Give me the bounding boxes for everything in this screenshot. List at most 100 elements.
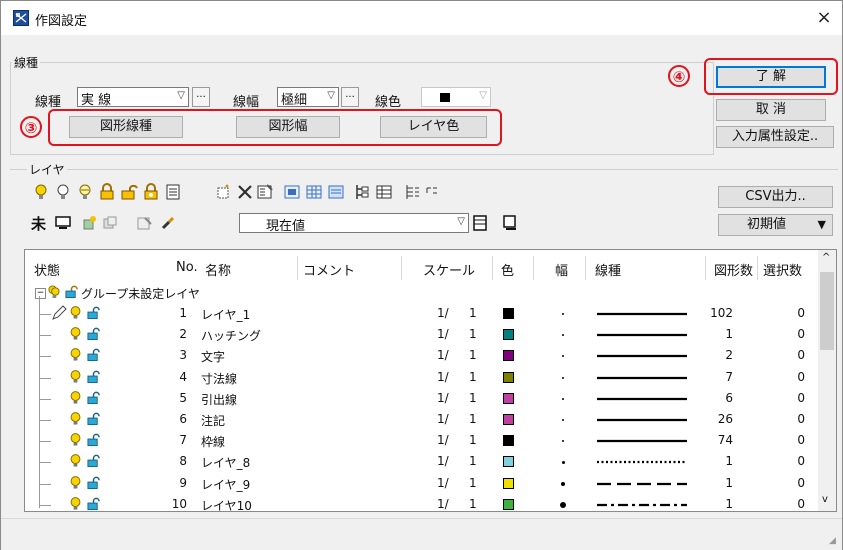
collapse-toggle-icon[interactable]: − bbox=[35, 288, 46, 299]
col-no[interactable]: No. bbox=[176, 260, 198, 275]
shape-linetype-button[interactable]: 図形線種 bbox=[69, 116, 183, 138]
vertical-scrollbar[interactable]: ^ v bbox=[818, 250, 836, 511]
unlock-icon[interactable] bbox=[87, 476, 100, 490]
bulb-icon[interactable] bbox=[69, 348, 82, 361]
unlock-icon[interactable] bbox=[120, 183, 138, 201]
lock-group-icon[interactable] bbox=[65, 285, 78, 299]
layer-table-icon[interactable] bbox=[471, 214, 489, 232]
col-name[interactable]: 名称 bbox=[205, 260, 231, 279]
unlock-icon[interactable] bbox=[87, 327, 100, 341]
scroll-up-icon[interactable]: ^ bbox=[822, 252, 830, 263]
bulb-group-icon[interactable] bbox=[47, 285, 60, 298]
bulb-icon[interactable] bbox=[69, 306, 82, 319]
cancel-button[interactable]: 取 消 bbox=[716, 99, 826, 121]
col-width[interactable]: 幅 bbox=[555, 260, 568, 279]
layer-color-swatch[interactable] bbox=[503, 498, 514, 510]
ok-button[interactable]: 了 解 bbox=[716, 66, 826, 88]
light-toggle-icon[interactable] bbox=[76, 183, 94, 201]
layer-row[interactable]: 9 レイヤ_9 1/1 1 0 bbox=[25, 475, 815, 494]
layer-color-swatch[interactable] bbox=[503, 435, 514, 447]
col-status[interactable]: 状態 bbox=[34, 260, 60, 279]
new-layer-icon[interactable] bbox=[214, 183, 232, 201]
layer-row[interactable]: 7 枠線 1/1 74 0 bbox=[25, 432, 815, 451]
layer-row[interactable]: 6 注記 1/1 26 0 bbox=[25, 411, 815, 430]
unlock-icon[interactable] bbox=[87, 348, 100, 362]
layer-edit-icon[interactable] bbox=[136, 214, 154, 232]
unlock-icon[interactable] bbox=[87, 391, 100, 405]
col-shapes[interactable]: 図形数 bbox=[714, 260, 753, 279]
csv-export-button[interactable]: CSV出力.. bbox=[718, 186, 833, 208]
unlock-icon[interactable] bbox=[87, 412, 100, 426]
layer-color-swatch[interactable] bbox=[503, 329, 514, 341]
layer-color-swatch[interactable] bbox=[503, 350, 514, 362]
brush-icon[interactable] bbox=[159, 214, 177, 232]
bulb-icon[interactable] bbox=[69, 412, 82, 425]
initial-value-button[interactable]: 初期値 ▼ bbox=[718, 214, 833, 236]
unlock-icon[interactable] bbox=[87, 370, 100, 384]
unlock-icon[interactable] bbox=[87, 454, 100, 468]
layer-color-swatch[interactable] bbox=[503, 456, 514, 468]
bulb-icon[interactable] bbox=[69, 475, 82, 489]
lock-toggle-icon[interactable] bbox=[142, 183, 160, 201]
layer-move-icon[interactable] bbox=[81, 214, 99, 232]
layer-row[interactable]: 1 レイヤ_1 1/1 102 0 bbox=[25, 305, 815, 324]
bulb-icon[interactable] bbox=[69, 369, 82, 383]
layer-row[interactable]: 2 ハッチング 1/1 1 0 bbox=[25, 326, 815, 345]
col-scale[interactable]: スケール bbox=[423, 260, 475, 279]
group-row[interactable]: − グループ未設定レイヤ bbox=[25, 284, 815, 303]
table-view-icon[interactable] bbox=[375, 183, 393, 201]
list-view-icon[interactable] bbox=[164, 183, 182, 201]
layer-color-swatch[interactable] bbox=[503, 308, 514, 319]
col-linetype[interactable]: 線種 bbox=[595, 260, 621, 279]
col-color[interactable]: 色 bbox=[501, 260, 514, 279]
bulb-icon[interactable] bbox=[69, 454, 82, 467]
layer-row[interactable]: 3 文字 1/1 2 0 bbox=[25, 347, 815, 366]
delete-icon[interactable] bbox=[236, 183, 254, 201]
bulb-icon[interactable] bbox=[69, 496, 82, 510]
expand-tree-icon[interactable] bbox=[403, 183, 421, 201]
monitor-icon[interactable] bbox=[54, 214, 72, 232]
collapse-tree-icon[interactable] bbox=[423, 183, 441, 201]
lock-icon[interactable] bbox=[98, 183, 116, 201]
layer-row[interactable]: 10 レイヤ10 1/1 1 0 bbox=[25, 496, 815, 511]
scroll-thumb[interactable] bbox=[820, 272, 834, 350]
unlock-icon[interactable] bbox=[87, 433, 100, 447]
properties-icon[interactable] bbox=[256, 183, 274, 201]
width-more-button[interactable]: ... bbox=[341, 87, 359, 107]
layer-copy-icon[interactable] bbox=[101, 214, 119, 232]
layer-color-swatch[interactable] bbox=[503, 477, 514, 489]
tree-view-icon[interactable] bbox=[353, 183, 371, 201]
light-on-icon[interactable] bbox=[32, 183, 50, 201]
scroll-down-icon[interactable]: v bbox=[822, 494, 828, 505]
col-comment[interactable]: コメント bbox=[303, 260, 355, 279]
layer-row[interactable]: 5 引出線 1/1 6 0 bbox=[25, 390, 815, 409]
width-select[interactable]: 極細 ▽ bbox=[277, 87, 339, 108]
bulb-icon[interactable] bbox=[69, 327, 82, 340]
view-small-icon[interactable] bbox=[283, 183, 301, 201]
layer-row[interactable]: 4 寸法線 1/1 7 0 bbox=[25, 369, 815, 388]
linetype-more-button[interactable]: ... bbox=[192, 87, 210, 107]
unlock-icon[interactable] bbox=[87, 306, 100, 320]
pencil-icon[interactable] bbox=[51, 305, 67, 321]
color-select[interactable]: ▽ bbox=[421, 87, 491, 107]
view-detail-icon[interactable] bbox=[327, 183, 345, 201]
bulb-icon[interactable] bbox=[69, 433, 82, 446]
resize-grip-icon[interactable]: ◢ bbox=[829, 536, 836, 546]
unlock-icon[interactable] bbox=[87, 497, 100, 511]
current-value-select[interactable]: 現在値 ▽ bbox=[239, 213, 469, 234]
input-attr-button[interactable]: 入力属性設定.. bbox=[716, 126, 834, 148]
view-grid-icon[interactable] bbox=[305, 183, 323, 201]
layer-export-icon[interactable] bbox=[501, 214, 519, 232]
bulb-icon[interactable] bbox=[69, 390, 82, 404]
layer-list[interactable]: 状態 No. 名称 コメント スケール 色 幅 線種 図形数 選択数 − グルー… bbox=[24, 249, 837, 512]
layer-color-swatch[interactable] bbox=[503, 392, 514, 404]
layer-color-button[interactable]: レイヤ色 bbox=[380, 116, 487, 138]
shape-width-button[interactable]: 図形幅 bbox=[236, 116, 340, 138]
light-off-icon[interactable] bbox=[54, 183, 72, 201]
linetype-select[interactable]: 実 線 ▽ bbox=[77, 87, 189, 108]
layer-row[interactable]: 8 レイヤ_8 1/1 1 0 bbox=[25, 453, 815, 472]
close-icon[interactable]: × bbox=[811, 5, 837, 31]
col-selected[interactable]: 選択数 bbox=[763, 260, 802, 279]
layer-color-swatch[interactable] bbox=[503, 371, 514, 383]
layer-color-swatch[interactable] bbox=[503, 414, 514, 425]
